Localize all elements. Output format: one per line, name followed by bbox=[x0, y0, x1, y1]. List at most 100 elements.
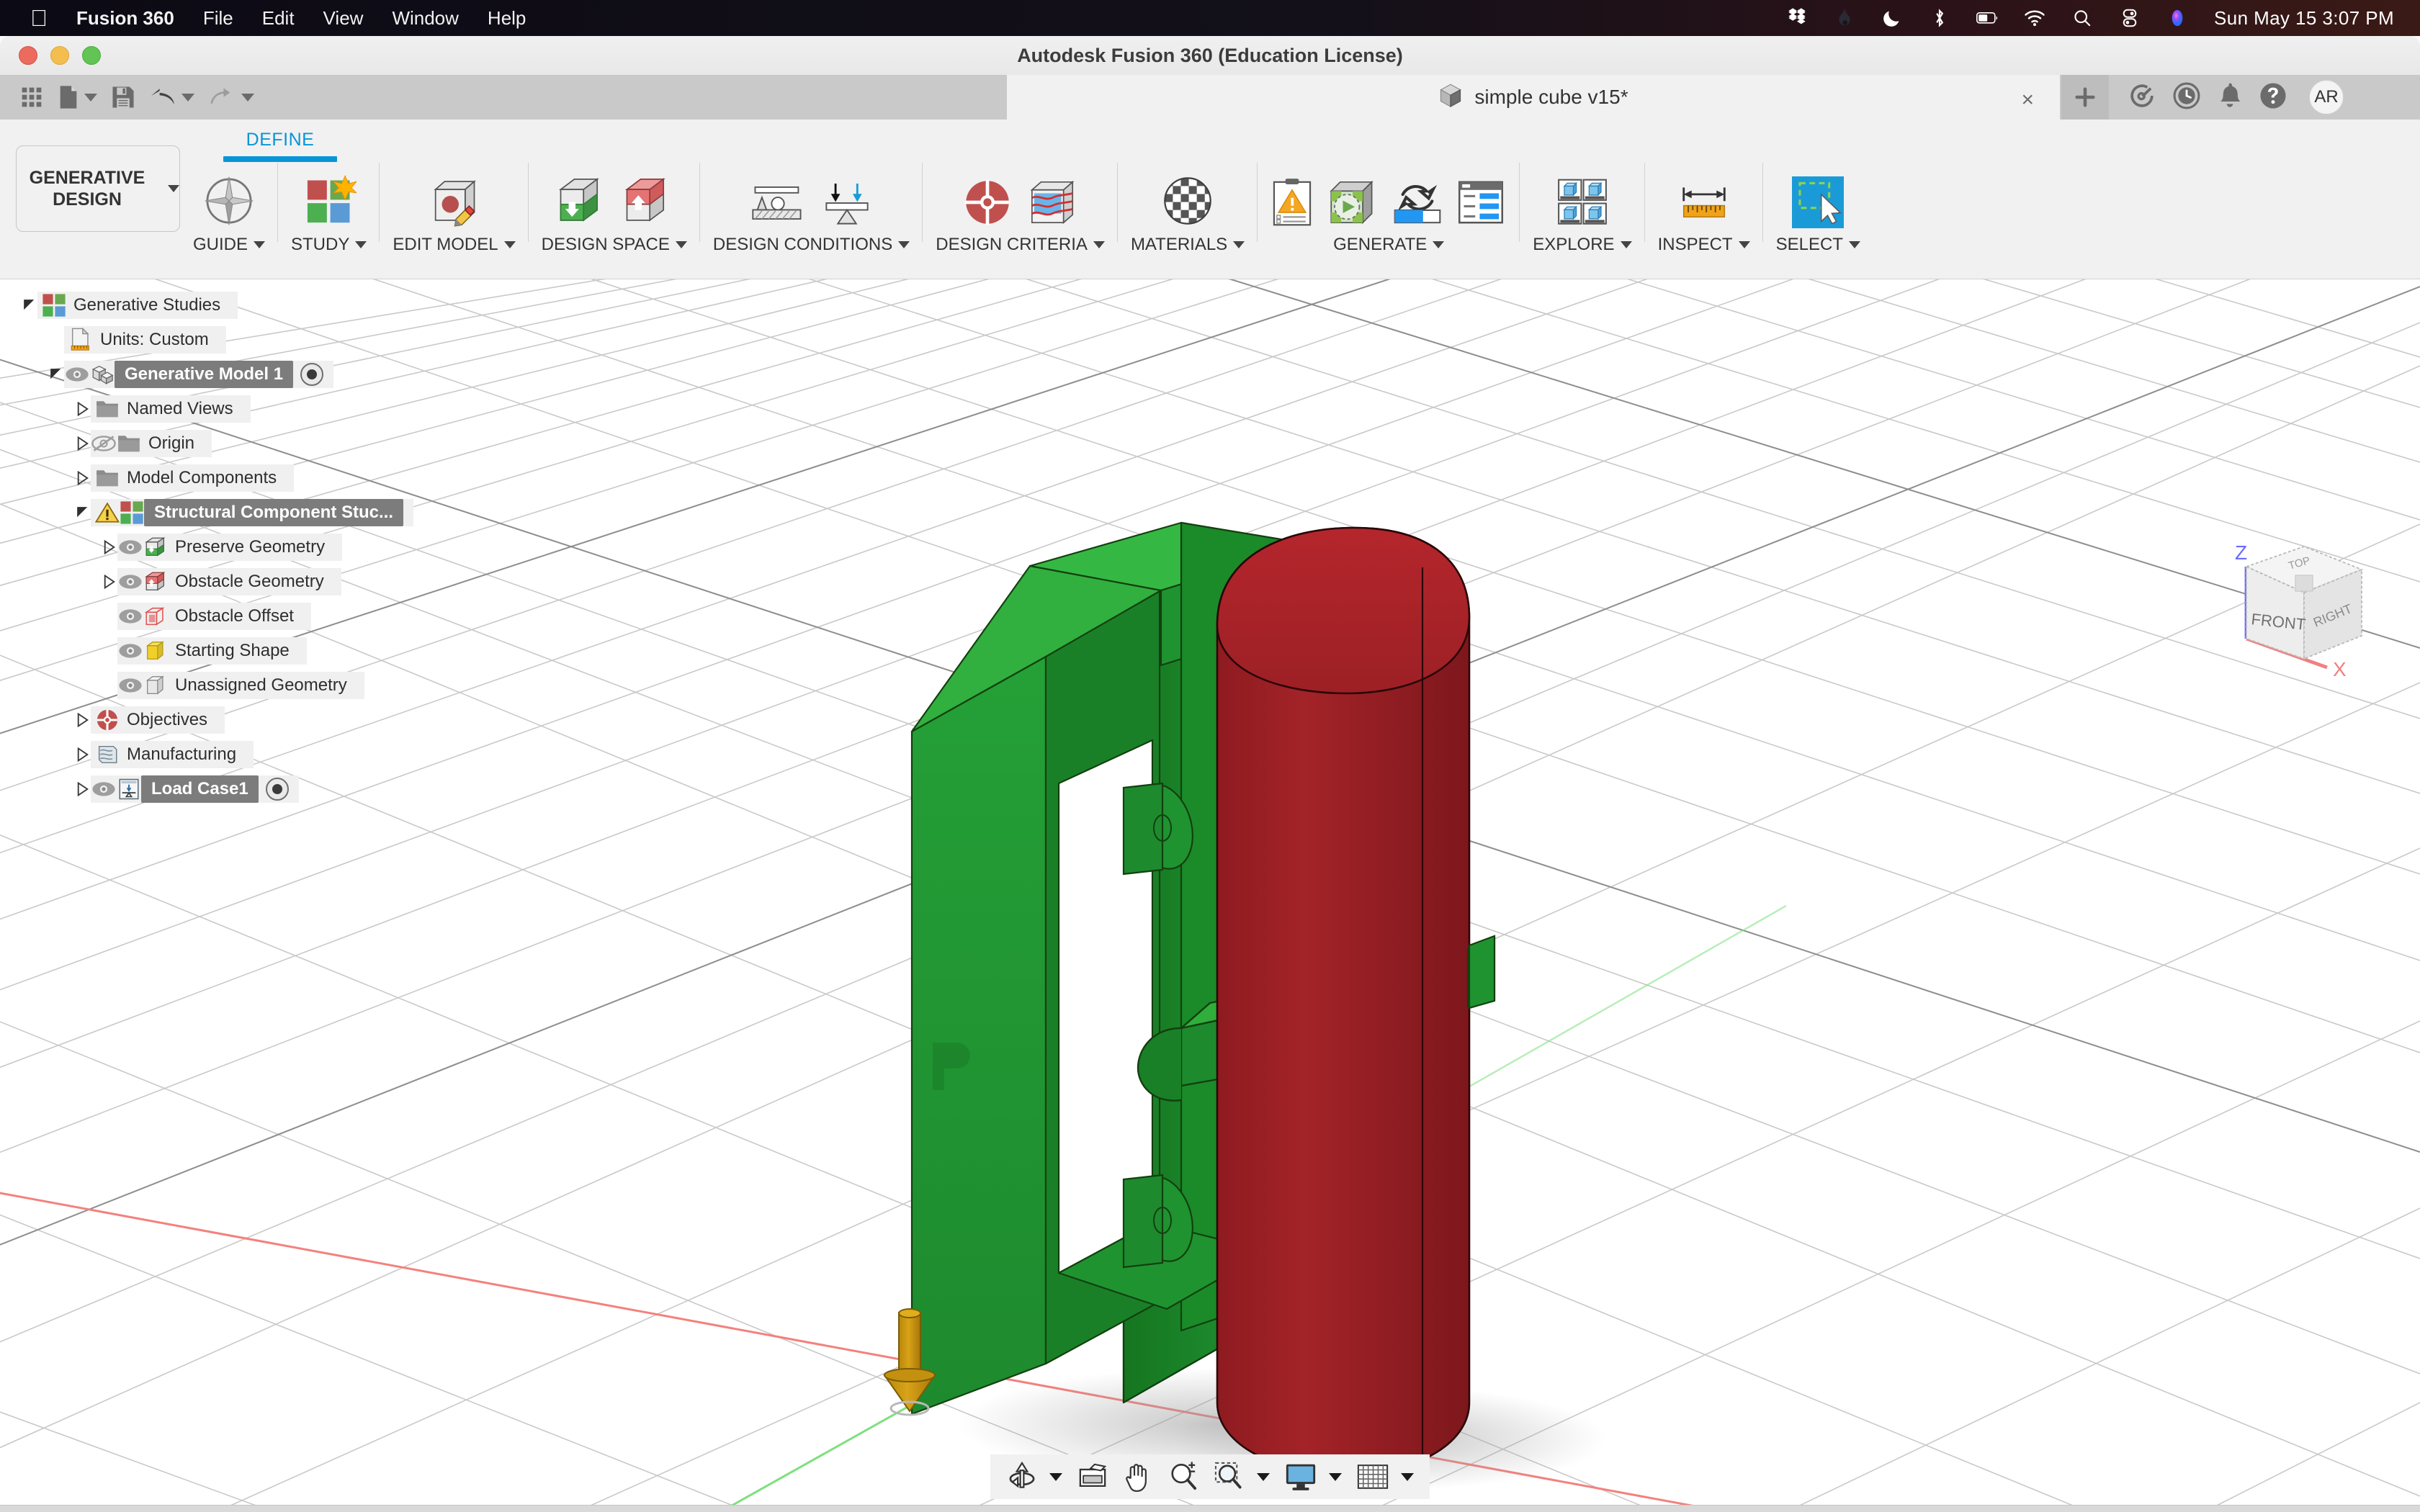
chevron-down-icon[interactable] bbox=[1049, 1472, 1062, 1481]
dropbox-icon[interactable] bbox=[1786, 7, 1808, 29]
panel-design-conditions-label[interactable]: DESIGN CONDITIONS bbox=[713, 235, 910, 255]
siri-icon[interactable] bbox=[2166, 7, 2188, 29]
chevron-down-icon[interactable] bbox=[1329, 1472, 1342, 1481]
menu-item-view[interactable]: View bbox=[323, 7, 364, 30]
visibility-eye-icon[interactable] bbox=[91, 433, 117, 454]
visibility-eye-icon[interactable] bbox=[117, 606, 143, 627]
battery-icon[interactable] bbox=[1976, 7, 1998, 29]
panel-materials-label[interactable]: MATERIALS bbox=[1131, 235, 1245, 255]
visibility-eye-icon[interactable] bbox=[91, 778, 117, 800]
chevron-down-icon[interactable] bbox=[1620, 241, 1632, 248]
chevron-down-icon[interactable] bbox=[182, 93, 194, 102]
tree-row[interactable]: Unassigned Geometry bbox=[0, 668, 461, 703]
visibility-eye-icon[interactable] bbox=[117, 536, 143, 558]
tree-row[interactable]: Obstacle Geometry bbox=[0, 564, 461, 599]
tree-row[interactable]: Named Views bbox=[0, 392, 461, 426]
menu-item-edit[interactable]: Edit bbox=[262, 7, 295, 30]
zoom-icon[interactable] bbox=[1162, 1454, 1205, 1499]
pan-hand-icon[interactable] bbox=[1117, 1454, 1159, 1499]
tree-row-content[interactable]: Structural Component Stuc... bbox=[91, 499, 414, 526]
tree-expander-expanded-icon[interactable] bbox=[48, 366, 64, 382]
tree-expander-collapsed-icon[interactable] bbox=[75, 470, 91, 486]
tree-expander-collapsed-icon[interactable] bbox=[102, 574, 117, 590]
new-tab-button[interactable] bbox=[2061, 75, 2109, 120]
structural-constraints-command[interactable] bbox=[748, 178, 807, 232]
control-center-icon[interactable] bbox=[2119, 7, 2141, 29]
chevron-down-icon[interactable] bbox=[1093, 241, 1105, 248]
wifi-icon[interactable] bbox=[2024, 7, 2045, 29]
tree-row-content[interactable]: Named Views bbox=[91, 395, 251, 423]
tree-expander-collapsed-icon[interactable] bbox=[102, 539, 117, 555]
tree-row-content[interactable]: Manufacturing bbox=[91, 741, 254, 768]
tree-expander-collapsed-icon[interactable] bbox=[75, 401, 91, 417]
activate-radio-button[interactable] bbox=[300, 363, 324, 386]
chevron-down-icon[interactable] bbox=[241, 93, 254, 102]
tree-row[interactable]: Origin bbox=[0, 426, 461, 461]
show-data-panel-button[interactable] bbox=[13, 75, 50, 120]
panel-explore-label[interactable]: EXPLORE bbox=[1533, 235, 1632, 255]
panel-select-label[interactable]: SELECT bbox=[1776, 235, 1860, 255]
chevron-down-icon[interactable] bbox=[254, 241, 266, 248]
tree-row-content[interactable]: Unassigned Geometry bbox=[117, 672, 364, 699]
tree-row-content[interactable]: Generative Model 1 bbox=[64, 361, 334, 388]
explore-command[interactable] bbox=[1555, 176, 1610, 232]
guide-command[interactable] bbox=[202, 174, 256, 232]
orbit-icon[interactable] bbox=[1000, 1454, 1044, 1499]
spotlight-search-icon[interactable] bbox=[2071, 7, 2093, 29]
panel-design-criteria-label[interactable]: DESIGN CRITERIA bbox=[936, 235, 1105, 255]
panel-inspect-label[interactable]: INSPECT bbox=[1658, 235, 1750, 255]
study-command[interactable] bbox=[302, 174, 358, 232]
tree-row-content[interactable]: Generative Studies bbox=[37, 292, 238, 319]
chevron-down-icon[interactable] bbox=[1401, 1472, 1414, 1481]
job-status-clock-icon[interactable] bbox=[2172, 81, 2201, 114]
3d-viewport[interactable]: Generative Studies Units: Custom Generativ… bbox=[0, 279, 2420, 1512]
design-criteria-command[interactable] bbox=[1025, 176, 1080, 232]
help-question-icon[interactable] bbox=[2259, 81, 2287, 114]
tree-row-content[interactable]: Origin bbox=[91, 430, 212, 457]
menu-item-help[interactable]: Help bbox=[488, 7, 526, 30]
tree-row[interactable]: Objectives bbox=[0, 703, 461, 737]
view-cube[interactable]: Z X FRONT RIGHT TOP bbox=[2215, 535, 2402, 680]
visibility-eye-icon[interactable] bbox=[117, 675, 143, 696]
chevron-down-icon[interactable] bbox=[675, 241, 687, 248]
tree-row[interactable]: Starting Shape bbox=[0, 634, 461, 668]
document-tab[interactable]: simple cube v15* × bbox=[1007, 75, 2060, 120]
tree-row[interactable]: Model Components bbox=[0, 461, 461, 495]
precheck-command[interactable] bbox=[1270, 176, 1314, 232]
tree-expander-collapsed-icon[interactable] bbox=[75, 712, 91, 728]
chevron-down-icon[interactable] bbox=[898, 241, 910, 248]
tree-row-content[interactable]: Load Case1 bbox=[91, 775, 299, 803]
chevron-down-icon[interactable] bbox=[1848, 241, 1860, 248]
apple-icon[interactable]:  bbox=[30, 6, 48, 30]
tree-row-content[interactable]: Obstacle Offset bbox=[117, 603, 311, 630]
tree-expander-expanded-icon[interactable] bbox=[22, 297, 37, 313]
tree-row-content[interactable]: Starting Shape bbox=[117, 637, 307, 665]
look-at-icon[interactable] bbox=[1071, 1454, 1114, 1499]
tree-expander-expanded-icon[interactable] bbox=[75, 505, 91, 521]
tree-row[interactable]: Units: Custom bbox=[0, 323, 461, 357]
tree-expander-collapsed-icon[interactable] bbox=[75, 747, 91, 762]
close-tab-button[interactable]: × bbox=[2021, 89, 2034, 111]
structural-loads-command[interactable] bbox=[819, 178, 875, 232]
tree-row-content[interactable]: Preserve Geometry bbox=[117, 534, 343, 561]
tree-row[interactable]: Manufacturing bbox=[0, 737, 461, 772]
fit-zoom-window-icon[interactable] bbox=[1208, 1454, 1251, 1499]
chevron-down-icon[interactable] bbox=[1433, 241, 1445, 248]
notifications-bell-icon[interactable] bbox=[2217, 81, 2243, 114]
tree-row[interactable]: Preserve Geometry bbox=[0, 530, 461, 564]
chevron-down-icon[interactable] bbox=[84, 93, 97, 102]
tree-expander-collapsed-icon[interactable] bbox=[75, 436, 91, 451]
panel-edit-model-label[interactable]: EDIT MODEL bbox=[393, 235, 516, 255]
objectives-command[interactable] bbox=[962, 176, 1013, 232]
menu-item-file[interactable]: File bbox=[203, 7, 233, 30]
panel-guide-label[interactable]: GUIDE bbox=[193, 235, 266, 255]
tree-row[interactable]: Obstacle Offset bbox=[0, 599, 461, 634]
extensions-icon[interactable] bbox=[2128, 81, 2156, 114]
menu-item-window[interactable]: Window bbox=[392, 7, 458, 30]
chevron-down-icon[interactable] bbox=[168, 185, 179, 192]
panel-design-space-label[interactable]: DESIGN SPACE bbox=[542, 235, 687, 255]
redo-button[interactable] bbox=[202, 75, 261, 120]
visibility-eye-icon[interactable] bbox=[117, 571, 143, 593]
file-menu-button[interactable] bbox=[50, 75, 104, 120]
preserve-geometry-command[interactable] bbox=[554, 174, 609, 232]
